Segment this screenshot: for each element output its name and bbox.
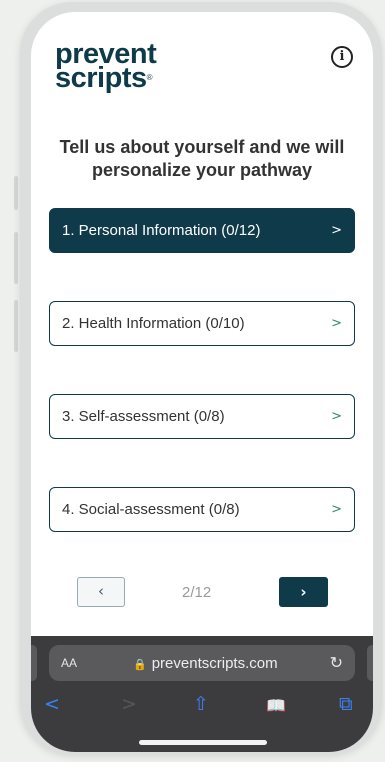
step-social-assessment[interactable]: 4. Social-assessment (0/8) > — [49, 487, 355, 532]
registered-mark: ® — [146, 73, 153, 82]
intro-heading: Tell us about yourself and we will perso… — [59, 137, 345, 180]
background: prevent scripts® i Tell us about yoursel… — [0, 0, 385, 762]
reload-icon[interactable]: ↻ — [330, 653, 343, 672]
step-self-assessment[interactable]: 3. Self-assessment (0/8) > — [49, 394, 355, 439]
brand-logo[interactable]: prevent scripts® — [55, 40, 157, 93]
phone-side-button — [14, 300, 18, 352]
page-counter: 2/12 — [182, 584, 212, 601]
phone-side-button — [14, 176, 18, 210]
previous-page-button[interactable]: ‹ — [77, 577, 125, 607]
chevron-right-icon: > — [331, 223, 342, 238]
browser-toolbar: AA 🔒 preventscripts.com ↻ < > ⇧ 📖 ⧉ — [31, 636, 373, 752]
step-label: 1. Personal Information (0/12) — [62, 222, 261, 239]
url-text: preventscripts.com — [151, 655, 278, 672]
step-label: 2. Health Information (0/10) — [62, 315, 245, 332]
share-icon[interactable]: ⇧ — [193, 693, 209, 715]
address-text[interactable]: 🔒 preventscripts.com — [133, 655, 278, 672]
chevron-left-icon: ‹ — [98, 582, 104, 600]
pagination: ‹ 2/12 › — [31, 577, 373, 609]
lock-icon: 🔒 — [133, 659, 147, 671]
tabs-icon[interactable]: ⧉ — [339, 693, 353, 715]
chevron-right-icon: > — [331, 409, 342, 424]
address-bar[interactable]: AA 🔒 preventscripts.com ↻ — [49, 645, 355, 681]
phone-screen: prevent scripts® i Tell us about yoursel… — [31, 12, 373, 752]
chevron-right-icon: › — [300, 583, 307, 601]
back-icon[interactable]: < — [44, 693, 60, 715]
step-label: 3. Self-assessment (0/8) — [62, 408, 225, 425]
adjacent-tab-peek[interactable] — [367, 645, 373, 681]
step-label: 4. Social-assessment (0/8) — [62, 501, 240, 518]
step-health-information[interactable]: 2. Health Information (0/10) > — [49, 301, 355, 346]
text-size-button[interactable]: AA — [61, 656, 77, 670]
step-personal-information[interactable]: 1. Personal Information (0/12) > — [49, 208, 355, 253]
bookmarks-icon[interactable]: 📖 — [266, 696, 286, 715]
logo-line-2: scripts — [55, 62, 147, 94]
adjacent-tab-peek[interactable] — [31, 645, 37, 681]
next-page-button[interactable]: › — [279, 577, 328, 607]
chevron-right-icon: > — [331, 316, 342, 331]
chevron-right-icon: > — [331, 502, 342, 517]
forward-icon[interactable]: > — [121, 693, 137, 715]
home-indicator[interactable] — [139, 740, 267, 745]
phone-side-button — [14, 232, 18, 284]
info-icon[interactable]: i — [331, 46, 353, 68]
